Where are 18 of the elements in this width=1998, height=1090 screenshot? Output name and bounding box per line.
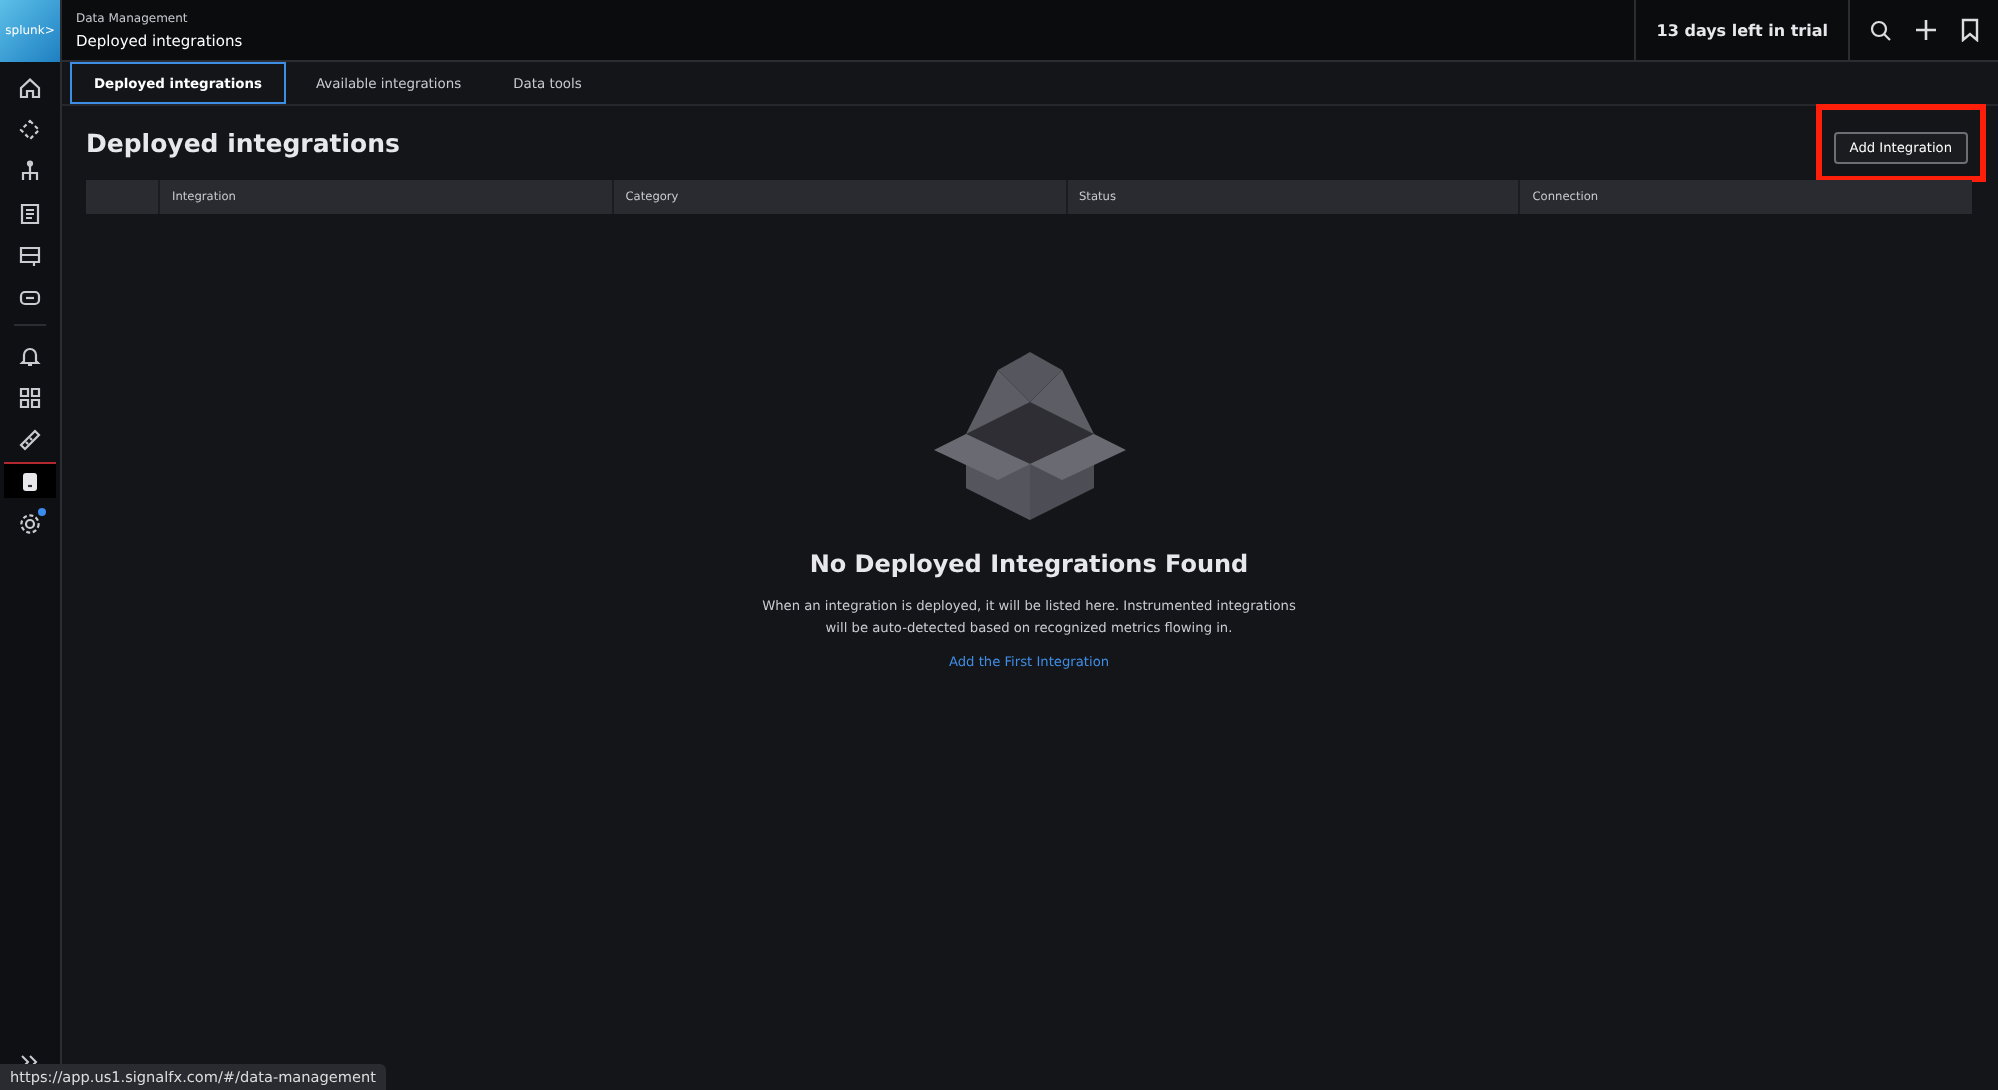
gear-icon bbox=[18, 511, 42, 535]
empty-state-title: No Deployed Integrations Found bbox=[809, 550, 1249, 578]
trial-status: 13 days left in trial bbox=[1634, 0, 1850, 60]
page-title: Deployed integrations bbox=[86, 128, 400, 158]
nodes-icon bbox=[18, 117, 42, 141]
home-icon bbox=[18, 75, 42, 99]
plus-icon[interactable] bbox=[1914, 18, 1938, 42]
robot-icon bbox=[18, 285, 42, 309]
document-icon bbox=[18, 201, 42, 225]
bell-icon bbox=[18, 343, 42, 367]
bookmark-icon[interactable] bbox=[1960, 18, 1980, 42]
database-icon bbox=[18, 469, 42, 493]
search-icon[interactable] bbox=[1870, 19, 1892, 41]
sidebar-item[interactable] bbox=[4, 462, 56, 498]
ruler-icon bbox=[18, 427, 42, 451]
grid-icon bbox=[18, 385, 42, 409]
hierarchy-icon bbox=[18, 159, 42, 183]
server-icon bbox=[18, 243, 42, 267]
